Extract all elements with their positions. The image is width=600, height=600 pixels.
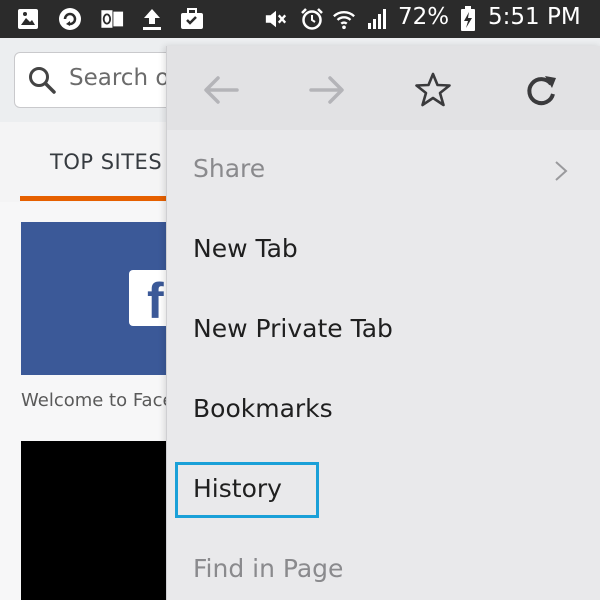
sync-icon: [58, 7, 82, 31]
menu-item-find-in-page[interactable]: Find in Page: [193, 554, 343, 583]
search-icon: [27, 65, 57, 95]
status-bar: 72% 5:51 PM: [0, 0, 600, 38]
bookmark-star-icon[interactable]: [413, 70, 453, 110]
search-placeholder: Search o: [69, 65, 170, 91]
top-site-tile[interactable]: [21, 441, 171, 600]
top-site-tile-facebook[interactable]: f: [21, 222, 185, 375]
signal-icon: [366, 7, 390, 31]
forward-icon[interactable]: [307, 70, 347, 110]
alarm-icon: [300, 7, 324, 31]
menu-item-share[interactable]: Share: [193, 154, 265, 183]
reload-icon[interactable]: [521, 70, 561, 110]
menu-item-new-private-tab[interactable]: New Private Tab: [193, 314, 393, 343]
outlook-icon: [100, 7, 124, 31]
clock: 5:51 PM: [488, 4, 581, 30]
upload-icon: [140, 7, 164, 31]
tab-top-sites[interactable]: TOP SITES: [20, 148, 170, 200]
image-icon: [16, 7, 40, 31]
briefcase-icon: [180, 7, 204, 31]
chevron-right-icon: [553, 160, 569, 182]
wifi-icon: [332, 7, 356, 31]
menu-item-history[interactable]: History: [193, 474, 282, 503]
battery-charging-icon: [456, 6, 480, 31]
tab-label: TOP SITES: [50, 150, 163, 174]
overflow-menu: Share New Tab New Private Tab Bookmarks …: [166, 46, 600, 600]
battery-percent: 72%: [398, 4, 450, 30]
menu-toolbar: [167, 46, 600, 130]
tile-caption: Welcome to Face: [21, 390, 174, 411]
selected-tab-indicator: [20, 196, 166, 201]
menu-item-new-tab[interactable]: New Tab: [193, 234, 298, 263]
menu-item-bookmarks[interactable]: Bookmarks: [193, 394, 333, 423]
back-icon[interactable]: [201, 70, 241, 110]
mute-icon: [264, 7, 288, 31]
